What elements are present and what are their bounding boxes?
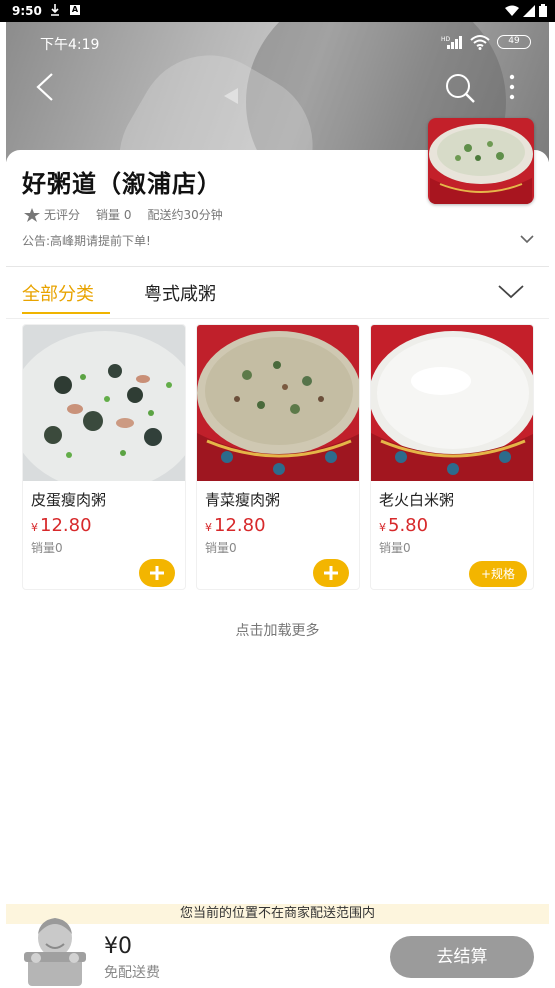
- category-tabs: 全部分类 粤式咸粥: [6, 268, 549, 318]
- price-value: 5.80: [388, 515, 429, 536]
- price-value: 12.80: [40, 515, 92, 536]
- system-indicators: [505, 4, 547, 17]
- product-card[interactable]: 青菜瘦肉粥 ¥12.80 销量0: [196, 324, 360, 590]
- back-arrow-icon[interactable]: [32, 70, 62, 104]
- product-price: ¥5.80: [379, 515, 428, 536]
- shop-notice: 公告:高峰期请提前下单!: [22, 234, 151, 248]
- shop-sales: 销量 0: [96, 208, 132, 222]
- shop-rating: 无评分: [44, 208, 81, 222]
- cell-signal-icon: [523, 4, 535, 17]
- hd-signal-icon: HD: [441, 36, 462, 49]
- banner-decoration: [224, 88, 238, 104]
- notification-a-icon: A: [70, 5, 80, 15]
- wifi-icon: [505, 5, 519, 16]
- inner-status-indicators: HD 49: [441, 34, 531, 50]
- price-value: 12.80: [214, 515, 266, 536]
- product-card[interactable]: 老火白米粥 ¥5.80 销量0 +规格: [370, 324, 534, 590]
- tab-cantonese-congee[interactable]: 粤式咸粥: [144, 280, 216, 306]
- delivery-fee-label: 免配送费: [104, 965, 160, 981]
- currency-symbol: ¥: [205, 521, 212, 534]
- add-to-cart-button[interactable]: [139, 559, 175, 587]
- chevron-down-icon[interactable]: [520, 234, 534, 244]
- more-options-icon[interactable]: [504, 72, 520, 104]
- cart-total: ¥0: [104, 934, 132, 959]
- currency-symbol: ¥: [31, 521, 38, 534]
- plus-icon: [150, 566, 164, 580]
- delivery-range-notice: 您当前的位置不在商家配送范围内: [6, 904, 549, 924]
- product-price: ¥12.80: [31, 515, 92, 536]
- section-divider: [6, 266, 549, 267]
- shop-delivery-time: 配送约30分钟: [147, 208, 223, 222]
- cart-mascot-icon[interactable]: [24, 910, 86, 988]
- battery-icon: [539, 4, 547, 17]
- load-more-link[interactable]: 点击加载更多: [6, 620, 549, 640]
- shop-meta: 无评分 销量 0 配送约30分钟: [24, 206, 223, 223]
- tab-all-categories[interactable]: 全部分类: [22, 280, 94, 306]
- product-price: ¥12.80: [205, 515, 266, 536]
- battery-indicator: 49: [497, 35, 531, 49]
- system-time: 9:50: [12, 4, 42, 18]
- product-name: 青菜瘦肉粥: [205, 491, 281, 509]
- system-status-bar: 9:50 A: [0, 0, 555, 22]
- add-to-cart-button[interactable]: [313, 559, 349, 587]
- download-icon: [51, 4, 59, 16]
- shop-logo-image: [428, 118, 534, 204]
- inner-status-time: 下午4:19: [40, 37, 100, 53]
- product-grid: 皮蛋瘦肉粥 ¥12.80 销量0 青菜瘦肉粥 ¥ 12.80 销量0 老火白米粥…: [22, 324, 534, 590]
- product-sales: 销量0: [31, 541, 63, 555]
- star-icon: [24, 207, 40, 222]
- product-sales: 销量0: [379, 541, 411, 555]
- plus-icon: [324, 566, 338, 580]
- product-name: 老火白米粥: [379, 491, 455, 509]
- tabs-divider: [6, 318, 549, 319]
- checkout-button[interactable]: 去结算: [390, 936, 534, 978]
- product-image: [23, 325, 185, 481]
- product-image: [197, 325, 359, 481]
- shop-name: 好粥道（溆浦店）: [22, 170, 222, 198]
- wifi-icon: [470, 35, 490, 50]
- product-name: 皮蛋瘦肉粥: [31, 491, 107, 509]
- product-image: [371, 325, 533, 481]
- search-icon[interactable]: [444, 72, 476, 104]
- select-spec-button[interactable]: +规格: [469, 561, 527, 587]
- svg-text:HD: HD: [441, 36, 451, 43]
- product-sales: 销量0: [205, 541, 237, 555]
- app-frame: 下午4:19 HD 49 好粥道（溆浦店） 无评分 销量 0 配送约30分钟 公…: [6, 22, 549, 988]
- congee-bowl-image: [428, 118, 534, 204]
- active-tab-indicator: [22, 312, 110, 314]
- currency-symbol: ¥: [379, 521, 386, 534]
- product-card[interactable]: 皮蛋瘦肉粥 ¥12.80 销量0: [22, 324, 186, 590]
- chevron-down-icon[interactable]: [498, 284, 524, 300]
